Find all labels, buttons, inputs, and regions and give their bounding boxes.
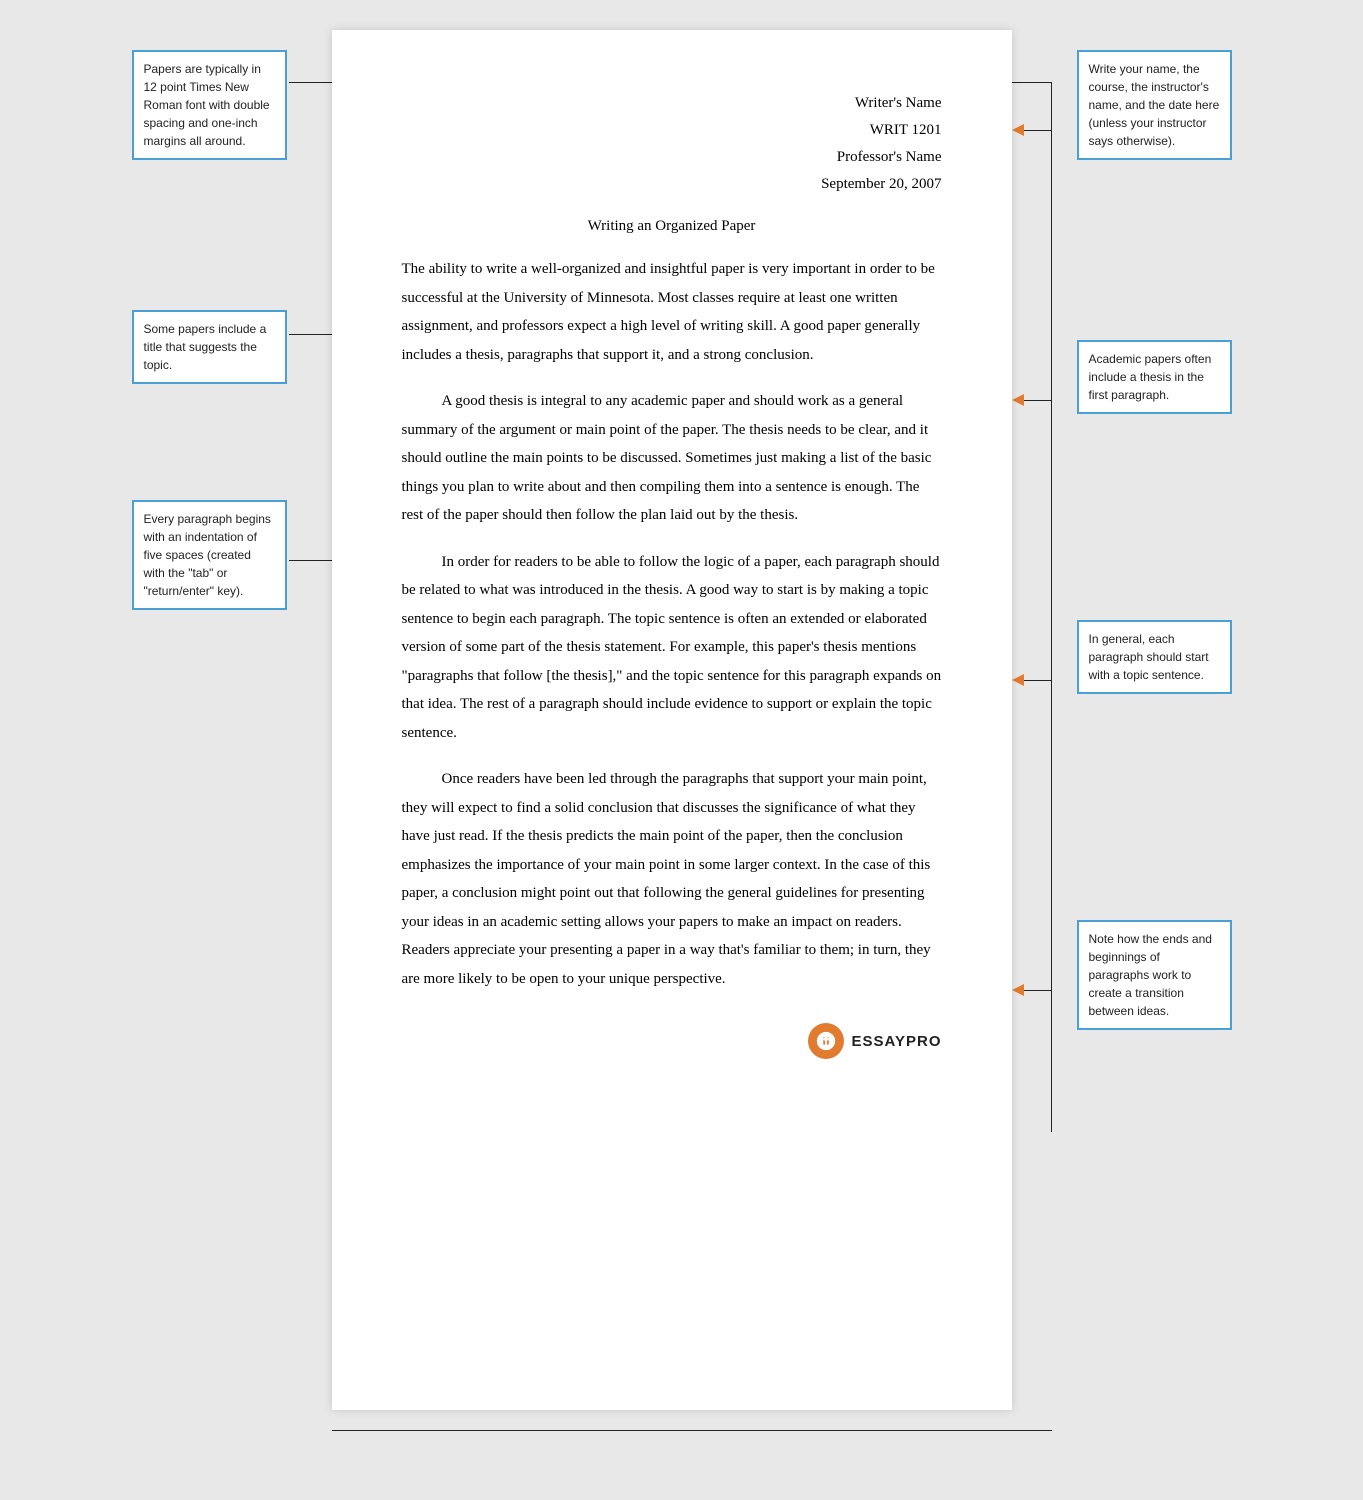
bottom-connector-line [332,1430,1052,1431]
paragraph-2: A good thesis is integral to any academi… [402,387,942,530]
essaypro-label: ESSAYPRO [852,1033,942,1050]
connector-left-3 [289,560,332,561]
essaypro-icon [808,1023,844,1059]
arrow-header [1012,124,1024,136]
annotation-left-3: Every paragraph begins with an indentati… [132,500,287,610]
arrow-transition [1012,984,1024,996]
annotation-right-3: In general, each paragraph should start … [1077,620,1232,694]
connector-right-3 [1022,680,1052,681]
annotation-right-1: Write your name, the course, the instruc… [1077,50,1232,160]
connector-left-1 [289,82,332,83]
right-connector-line [1051,82,1052,1132]
header-name: Writer's Name [402,90,942,117]
connector-right-2 [1022,400,1052,401]
paragraph-1: The ability to write a well-organized an… [402,255,942,369]
connector-right-4 [1022,990,1052,991]
connector-right-1 [1022,130,1052,131]
paper-header: Writer's Name WRIT 1201 Professor's Name… [402,90,942,198]
annotation-right-4: Note how the ends and beginnings of para… [1077,920,1232,1030]
paper-body: The ability to write a well-organized an… [402,255,942,993]
paper-document: Writer's Name WRIT 1201 Professor's Name… [332,30,1012,1410]
arrow-topic [1012,674,1024,686]
page-wrapper: Papers are typically in 12 point Times N… [132,30,1232,1410]
paragraph-3: In order for readers to be able to follo… [402,548,942,748]
header-professor: Professor's Name [402,144,942,171]
essaypro-logo: ESSAYPRO [402,1023,942,1059]
paragraph-4: Once readers have been led through the p… [402,765,942,993]
arrow-thesis [1012,394,1024,406]
connector-left-2 [289,334,332,335]
paper-title: Writing an Organized Paper [402,218,942,235]
header-date: September 20, 2007 [402,171,942,198]
annotation-left-1: Papers are typically in 12 point Times N… [132,50,287,160]
annotation-right-2: Academic papers often include a thesis i… [1077,340,1232,414]
annotation-left-2: Some papers include a title that suggest… [132,310,287,384]
header-course: WRIT 1201 [402,117,942,144]
